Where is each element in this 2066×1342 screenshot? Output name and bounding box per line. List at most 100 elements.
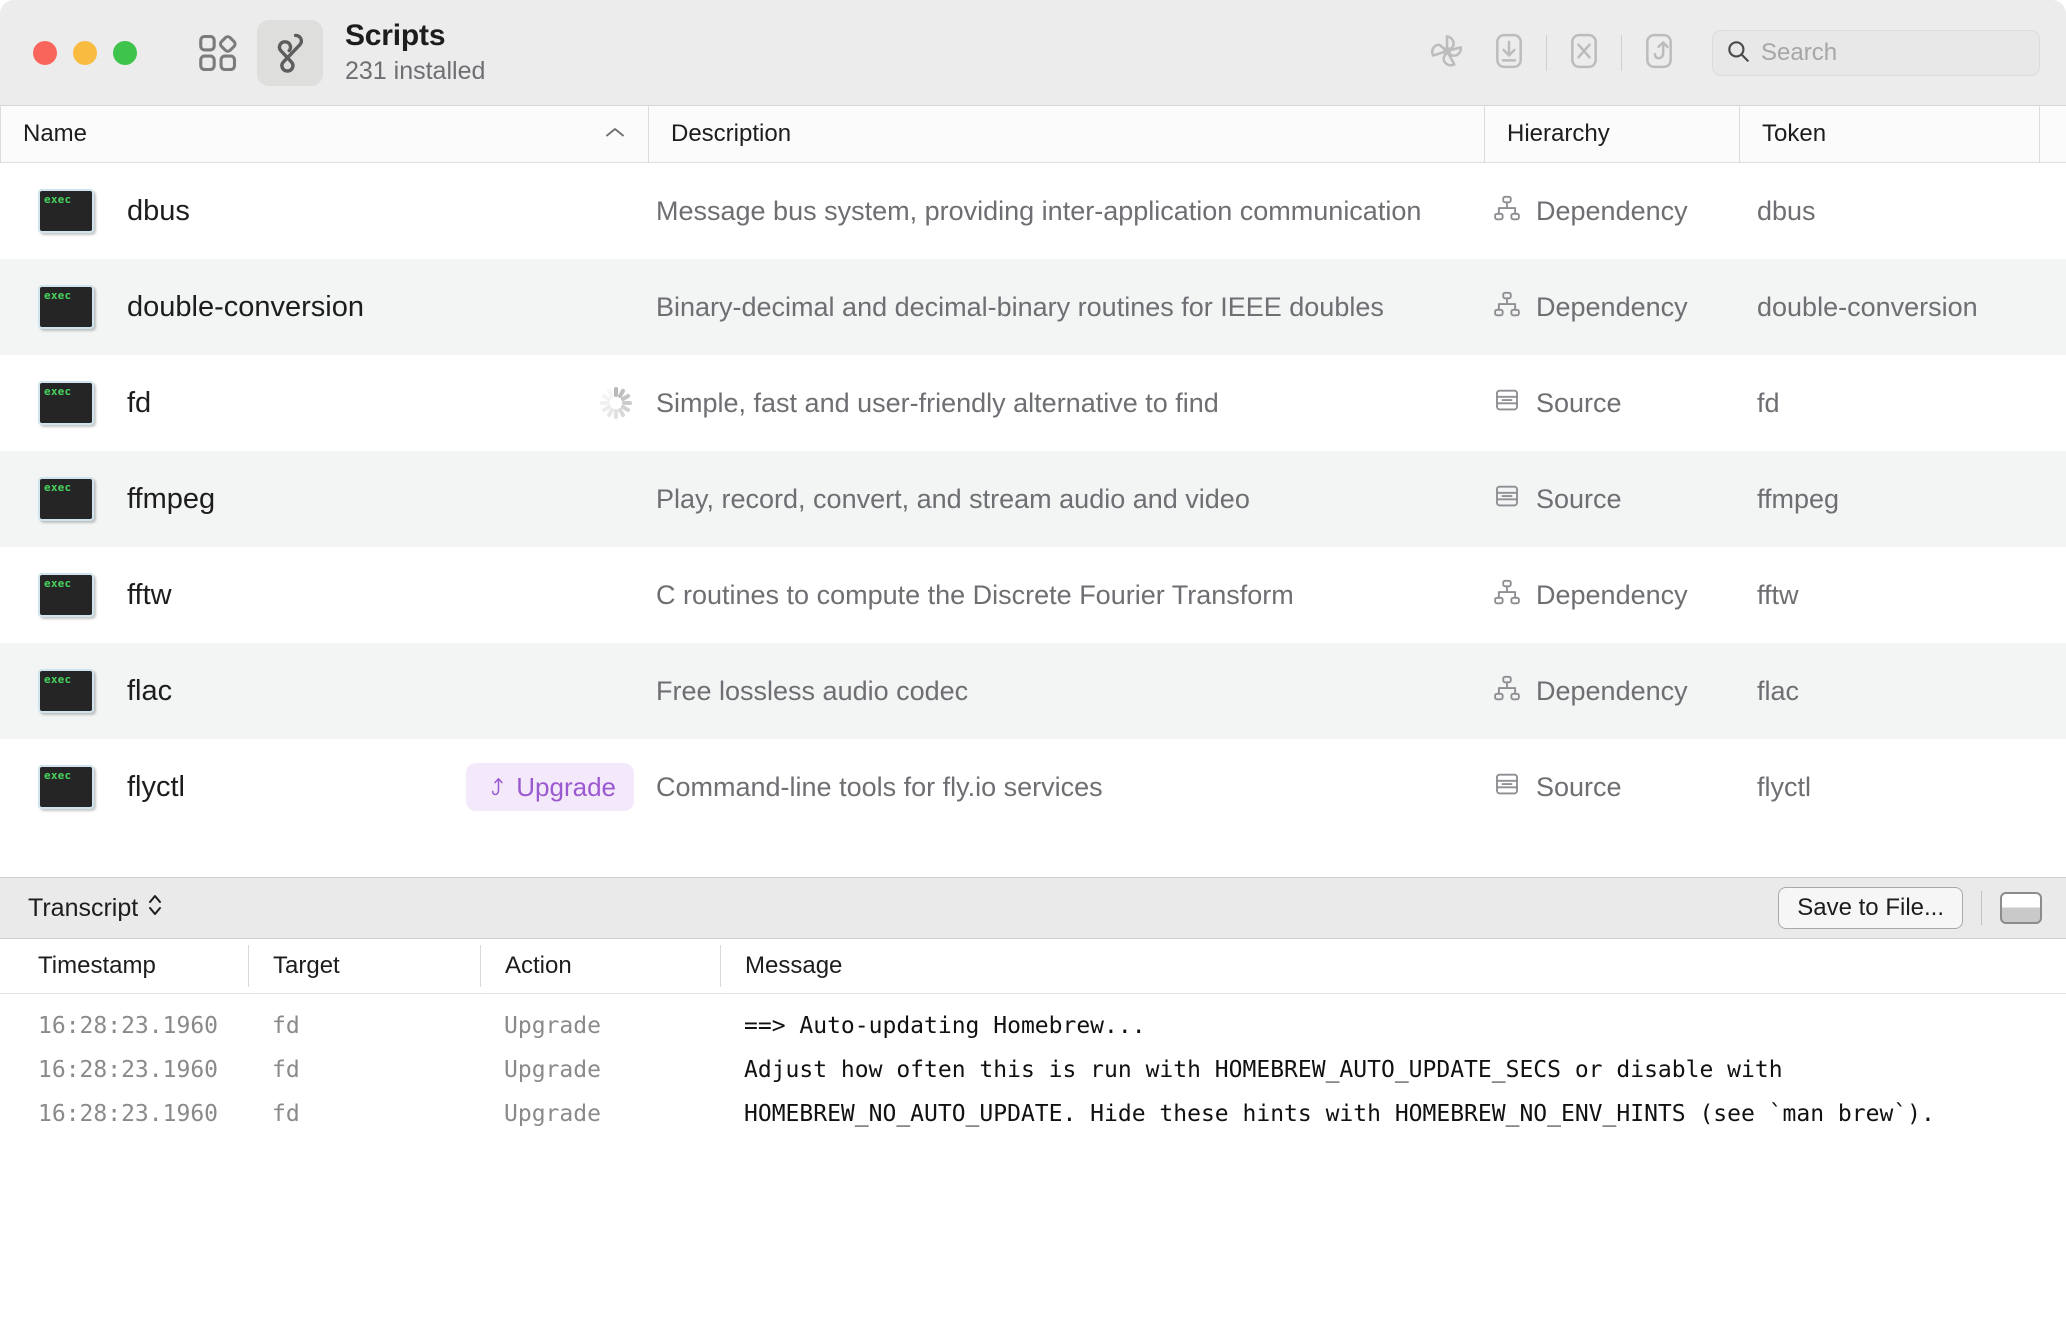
dependency-hierarchy-icon — [1492, 673, 1522, 710]
column-header-description-label: Description — [671, 120, 791, 148]
package-table-body[interactable]: execdbusMessage bus system, providing in… — [0, 163, 2066, 877]
hierarchy-label: Source — [1536, 388, 1622, 419]
source-stack-icon — [1492, 769, 1522, 806]
transcript-table-body[interactable]: 16:28:23.1960fdUpgrade==> Auto-updating … — [0, 994, 2066, 1342]
package-table-header: Name Description Hierarchy Token — [0, 106, 2066, 163]
transcript-disclosure[interactable]: Transcript — [28, 890, 164, 927]
tab-scripts[interactable] — [257, 20, 323, 86]
exec-icon: exec — [38, 765, 94, 809]
transcript-row[interactable]: 16:28:23.1960fdUpgrade==> Auto-updating … — [0, 1004, 2066, 1048]
upgrade-button[interactable] — [1628, 22, 1690, 84]
transcript-column-target[interactable]: Target — [248, 945, 480, 987]
cell-description: C routines to compute the Discrete Fouri… — [648, 580, 1484, 611]
transcript-timestamp: 16:28:23.1960 — [0, 1057, 248, 1083]
column-header-name[interactable]: Name — [0, 106, 648, 162]
column-header-token[interactable]: Token — [1739, 106, 2039, 162]
cell-hierarchy: Dependency — [1484, 193, 1739, 230]
transcript-target: fd — [248, 1101, 480, 1127]
window-title-block: Scripts 231 installed — [345, 19, 485, 85]
exec-icon-label: exec — [44, 769, 71, 782]
exec-icon-label: exec — [44, 193, 71, 206]
cell-hierarchy: Source — [1484, 385, 1739, 422]
exec-icon-label: exec — [44, 481, 71, 494]
table-row[interactable]: execfdSimple, fast and user-friendly alt… — [0, 355, 2066, 451]
column-header-token-label: Token — [1762, 120, 1826, 148]
toolbar-divider-1 — [1546, 35, 1547, 71]
cell-name: execdouble-conversion — [0, 285, 648, 329]
package-name: flac — [127, 675, 172, 708]
cell-token: fftw — [1739, 580, 2039, 611]
dependency-hierarchy-icon — [1492, 289, 1522, 326]
sort-ascending-icon — [604, 124, 626, 145]
traffic-light-group — [0, 41, 137, 65]
toolbar-divider-2 — [1621, 35, 1622, 71]
package-name: double-conversion — [127, 291, 364, 324]
cell-name: execflyctlUpgrade — [0, 763, 648, 811]
hierarchy-label: Dependency — [1536, 292, 1688, 323]
column-header-hierarchy-label: Hierarchy — [1507, 120, 1610, 148]
cell-description: Binary-decimal and decimal-binary routin… — [648, 292, 1484, 323]
loading-spinner-icon — [598, 385, 634, 421]
source-stack-icon — [1492, 385, 1522, 422]
transcript-actions: Save to File... — [1778, 887, 2042, 929]
package-name: dbus — [127, 195, 190, 228]
cell-token: double-conversion — [1739, 292, 2039, 323]
hierarchy-label: Dependency — [1536, 196, 1688, 227]
exec-icon-label: exec — [44, 385, 71, 398]
source-stack-icon — [1492, 481, 1522, 518]
column-header-description[interactable]: Description — [648, 106, 1484, 162]
transcript-column-message[interactable]: Message — [720, 945, 2066, 987]
pinwheel-button[interactable] — [1416, 22, 1478, 84]
transcript-action: Upgrade — [480, 1101, 720, 1127]
transcript-message: HOMEBREW_NO_AUTO_UPDATE. Hide these hint… — [720, 1101, 2066, 1127]
toolbar — [1416, 0, 2040, 106]
install-button[interactable] — [1478, 22, 1540, 84]
search-input[interactable] — [1761, 39, 2027, 67]
table-row[interactable]: exec fftw C routines to compute the Discre… — [0, 547, 2066, 643]
split-pane-icon[interactable] — [2000, 892, 2042, 924]
cell-hierarchy: Source — [1484, 481, 1739, 518]
exec-icon-label: exec — [44, 673, 71, 686]
cell-hierarchy: Dependency — [1484, 577, 1739, 614]
transcript-row[interactable]: 16:28:23.1960fdUpgradeAdjust how often t… — [0, 1048, 2066, 1092]
row-upgrade-button[interactable]: Upgrade — [466, 763, 634, 811]
transcript-column-action[interactable]: Action — [480, 945, 720, 987]
table-row[interactable]: execflacFree lossless audio codecDepende… — [0, 643, 2066, 739]
up-down-chevron-icon — [146, 890, 164, 927]
exec-icon: exec — [38, 189, 94, 233]
hierarchy-label: Source — [1536, 484, 1622, 515]
row-accessory — [598, 385, 634, 421]
transcript-toolbar: Transcript Save to File... — [0, 877, 2066, 939]
transcript-row[interactable]: 16:28:23.1960fdUpgradeHOMEBREW_NO_AUTO_U… — [0, 1092, 2066, 1136]
transcript-column-timestamp[interactable]: Timestamp — [0, 945, 248, 987]
cell-token: flyctl — [1739, 772, 2039, 803]
table-row[interactable]: execffmpegPlay, record, convert, and str… — [0, 451, 2066, 547]
transcript-timestamp: 16:28:23.1960 — [0, 1101, 248, 1127]
cell-name: execffmpeg — [0, 477, 648, 521]
cell-description: Free lossless audio codec — [648, 676, 1484, 707]
tab-group — [185, 20, 323, 86]
minimize-window-button[interactable] — [73, 41, 97, 65]
close-window-button[interactable] — [33, 41, 57, 65]
scripts-knot-icon — [266, 29, 314, 77]
uninstall-button[interactable] — [1553, 22, 1615, 84]
dependency-hierarchy-icon — [1492, 193, 1522, 230]
column-header-hierarchy[interactable]: Hierarchy — [1484, 106, 1739, 162]
zoom-window-button[interactable] — [113, 41, 137, 65]
app-window: Scripts 231 installed — [0, 0, 2066, 1342]
exec-icon: exec — [38, 573, 94, 617]
transcript-target: fd — [248, 1013, 480, 1039]
transcript-target: fd — [248, 1057, 480, 1083]
package-name: fd — [127, 387, 151, 420]
transcript-column-timestamp-label: Timestamp — [38, 952, 156, 980]
tab-apps[interactable] — [185, 20, 251, 86]
table-row[interactable]: execdbusMessage bus system, providing in… — [0, 163, 2066, 259]
save-to-file-button[interactable]: Save to File... — [1778, 887, 1963, 929]
table-row[interactable]: execdouble-conversionBinary-decimal and … — [0, 259, 2066, 355]
transcript-label: Transcript — [28, 894, 138, 923]
transcript-timestamp: 16:28:23.1960 — [0, 1013, 248, 1039]
search-field[interactable] — [1712, 30, 2040, 76]
transcript-action: Upgrade — [480, 1013, 720, 1039]
table-row[interactable]: execflyctlUpgradeCommand-line tools for … — [0, 739, 2066, 835]
transcript-message: Adjust how often this is run with HOMEBR… — [720, 1057, 2066, 1083]
